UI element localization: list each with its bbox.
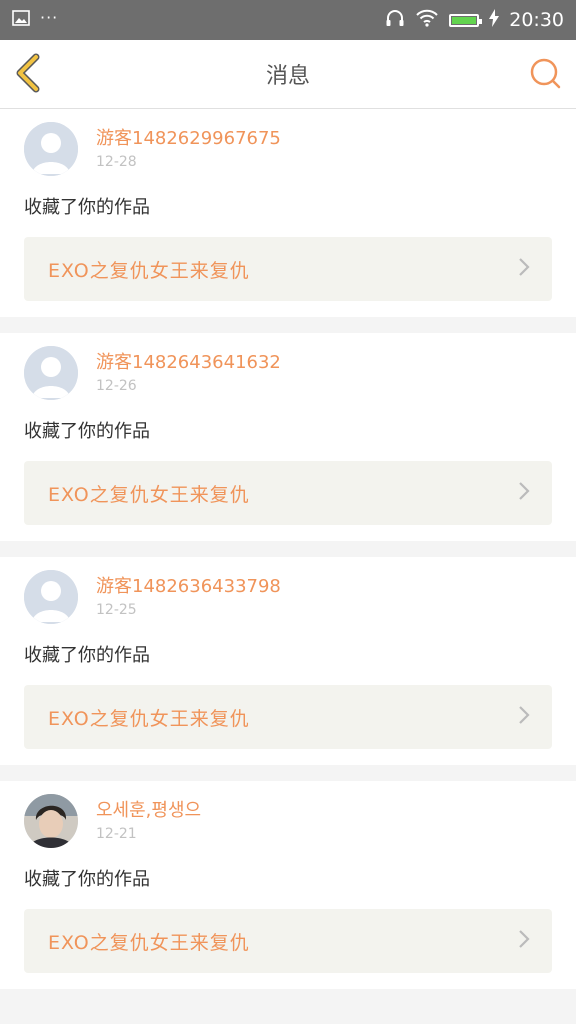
avatar[interactable] xyxy=(24,122,78,176)
message-card: 游客1482629967675 12-28 收藏了你的作品 EXO之复仇女王来复… xyxy=(0,109,576,317)
avatar[interactable] xyxy=(24,346,78,400)
chevron-right-icon xyxy=(518,705,530,729)
headphones-icon xyxy=(385,9,405,31)
chevron-right-icon xyxy=(518,481,530,505)
work-title: EXO之复仇女王来复仇 xyxy=(48,707,250,730)
work-title: EXO之复仇女王来复仇 xyxy=(48,483,250,506)
message-date: 12-26 xyxy=(96,378,137,394)
avatar-photo[interactable] xyxy=(24,794,78,848)
battery-icon xyxy=(449,13,483,27)
action-text: 收藏了你的作品 xyxy=(24,421,150,442)
status-bar-left: ··· xyxy=(12,7,59,30)
username[interactable]: 游客1482629967675 xyxy=(96,128,281,150)
back-arrow-icon xyxy=(14,53,44,96)
work-link[interactable]: EXO之复仇女王来复仇 xyxy=(24,461,552,525)
work-title: EXO之复仇女王来复仇 xyxy=(48,259,250,282)
more-notifications-icon: ··· xyxy=(40,7,59,27)
status-bar: ··· 20:30 xyxy=(0,0,576,40)
action-text: 收藏了你的作品 xyxy=(24,197,150,218)
image-icon xyxy=(12,10,30,30)
status-bar-right: 20:30 xyxy=(385,9,564,31)
back-button[interactable] xyxy=(14,53,44,96)
action-text: 收藏了你的作品 xyxy=(24,645,150,666)
action-text: 收藏了你的作品 xyxy=(24,869,150,890)
chevron-right-icon xyxy=(518,929,530,953)
message-date: 12-25 xyxy=(96,602,137,618)
avatar[interactable] xyxy=(24,570,78,624)
page-title: 消息 xyxy=(265,64,310,89)
work-link[interactable]: EXO之复仇女王来复仇 xyxy=(24,685,552,749)
username[interactable]: 游客1482643641632 xyxy=(96,352,281,374)
work-title: EXO之复仇女王来复仇 xyxy=(48,931,250,954)
message-list: 游客1482629967675 12-28 收藏了你的作品 EXO之复仇女王来复… xyxy=(0,109,576,989)
message-card: 游客1482636433798 12-25 收藏了你的作品 EXO之复仇女王来复… xyxy=(0,557,576,765)
message-date: 12-28 xyxy=(96,154,137,170)
work-link[interactable]: EXO之复仇女王来复仇 xyxy=(24,237,552,301)
app-header: 消息 xyxy=(0,40,576,109)
search-button[interactable] xyxy=(528,56,562,93)
username[interactable]: 游客1482636433798 xyxy=(96,576,281,598)
charging-icon xyxy=(489,9,500,31)
search-icon xyxy=(528,58,562,93)
wifi-icon xyxy=(415,9,439,31)
clock: 20:30 xyxy=(509,9,564,31)
message-card: 游客1482643641632 12-26 收藏了你的作品 EXO之复仇女王来复… xyxy=(0,333,576,541)
work-link[interactable]: EXO之复仇女王来复仇 xyxy=(24,909,552,973)
chevron-right-icon xyxy=(518,257,530,281)
message-date: 12-21 xyxy=(96,826,137,842)
message-card: 오세훈,평생으 12-21 收藏了你的作品 EXO之复仇女王来复仇 xyxy=(0,781,576,989)
username[interactable]: 오세훈,평생으 xyxy=(96,800,201,822)
